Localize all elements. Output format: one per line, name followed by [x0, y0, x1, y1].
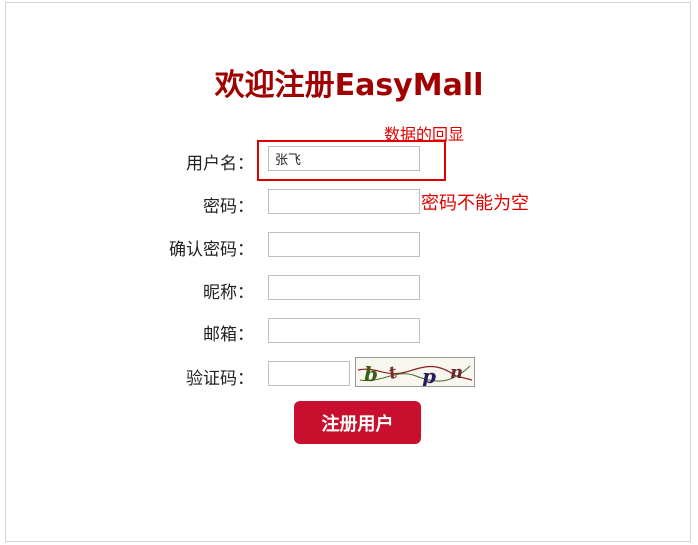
email-label: 邮箱： — [203, 325, 254, 345]
nickname-label: 昵称： — [203, 283, 254, 303]
svg-text:n: n — [450, 362, 463, 383]
nickname-input[interactable] — [268, 275, 420, 300]
captcha-input[interactable] — [268, 361, 350, 386]
confirm-password-label: 确认密码： — [169, 240, 254, 260]
confirm-password-input[interactable] — [268, 232, 420, 257]
password-error-message: 密码不能为空 — [421, 193, 529, 214]
page-title: 欢迎注册EasyMall — [214, 68, 484, 103]
register-button[interactable]: 注册用户 — [294, 401, 421, 444]
email-input[interactable] — [268, 318, 420, 343]
captcha-graphic: b t p n — [357, 362, 473, 388]
svg-text:p: p — [422, 364, 436, 386]
captcha-image[interactable]: b t p n — [355, 357, 475, 388]
captcha-label: 验证码： — [186, 369, 254, 389]
username-label: 用户名： — [186, 154, 254, 174]
svg-text:b: b — [364, 362, 378, 386]
password-input[interactable] — [268, 189, 420, 214]
password-label: 密码： — [203, 197, 254, 217]
username-input[interactable] — [268, 146, 420, 171]
